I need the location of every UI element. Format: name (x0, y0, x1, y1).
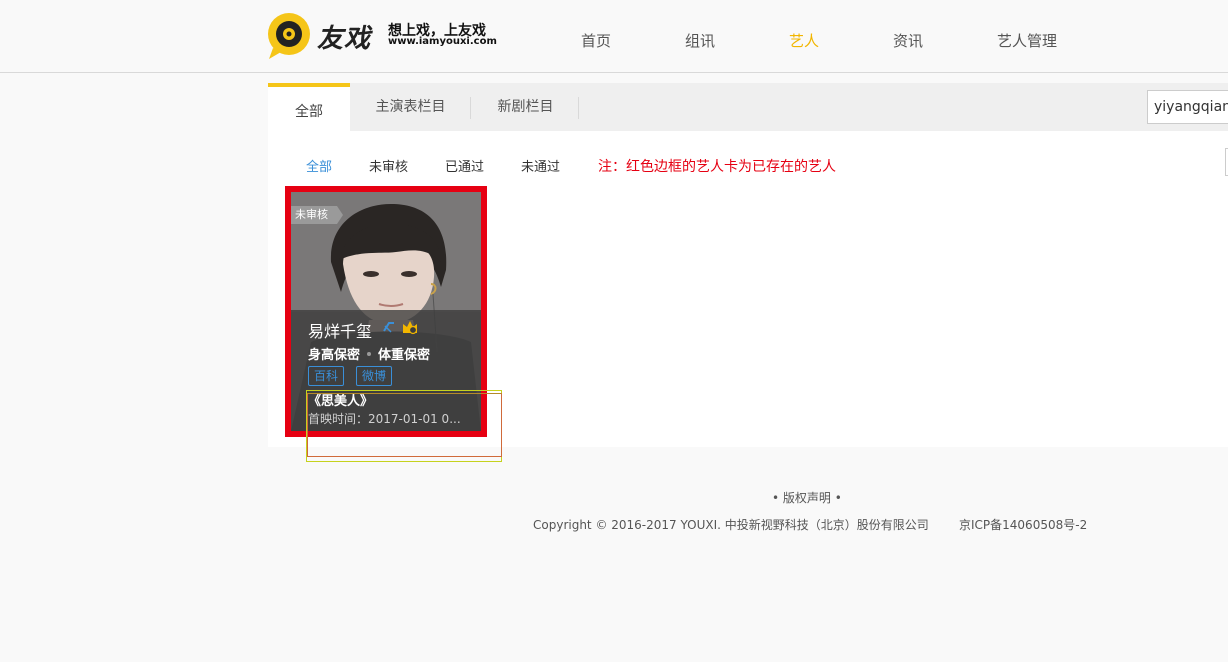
nav-item-news[interactable]: 资讯 (893, 30, 923, 51)
weibo-link[interactable]: 微博 (356, 366, 393, 386)
tab-divider (470, 97, 471, 119)
filter-approved[interactable]: 已通过 (445, 156, 484, 175)
baike-link[interactable]: 百科 (308, 366, 345, 386)
artist-name: 易烊千玺 (308, 322, 373, 341)
filter-pending[interactable]: 未审核 (369, 156, 408, 175)
filter-rejected[interactable]: 未通过 (521, 156, 560, 175)
site-header: 友戏 想上戏，上友戏 www.iamyouxi.com 首页 组讯 艺人 资讯 … (0, 0, 1228, 73)
separator-dot (367, 352, 372, 356)
tab-lead-cast[interactable]: 主演表栏目 (358, 83, 463, 131)
search-input[interactable]: yiyangqianxi (1147, 90, 1228, 124)
artist-height: 身高保密 (308, 348, 361, 363)
filter-all[interactable]: 全部 (306, 156, 332, 175)
footer-icp[interactable]: 京ICP备14060508号-2 (959, 516, 1087, 533)
artist-weight: 体重保密 (378, 348, 431, 363)
nav-item-artists[interactable]: 艺人 (789, 30, 819, 51)
nav-item-artist-management[interactable]: 艺人管理 (997, 30, 1057, 51)
site-logo[interactable]: 友戏 想上戏，上友戏 www.iamyouxi.com (267, 12, 507, 62)
tab-new-drama[interactable]: 新剧栏目 (478, 83, 573, 131)
tab-divider (578, 97, 579, 119)
tab-bar: 全部 主演表栏目 新剧栏目 yiyangqianxi (268, 83, 1228, 131)
logo-mark-icon (268, 13, 310, 59)
nav-item-home[interactable]: 首页 (581, 30, 611, 51)
status-badge: 未审核 (291, 206, 343, 224)
logo-url: www.iamyouxi.com (388, 36, 497, 47)
footer-copyright: Copyright © 2016-2017 YOUXI. 中投新视野科技（北京）… (533, 518, 929, 532)
status-filters: 全部 未审核 已通过 未通过 注：红色边框的艺人卡为已存在的艺人 (268, 156, 1228, 176)
logo-text: 友戏 (317, 24, 372, 54)
status-badge-label: 未审核 (295, 208, 328, 221)
crown-badge-icon (403, 321, 418, 335)
verified-icon (383, 322, 394, 333)
tab-all[interactable]: 全部 (268, 83, 350, 131)
existing-artist-note: 注：红色边框的艺人卡为已存在的艺人 (598, 159, 836, 175)
selection-outline (307, 393, 502, 457)
copyright-statement-link[interactable]: • 版权声明 • (772, 489, 842, 506)
nav-item-casting[interactable]: 组讯 (685, 30, 715, 51)
artist-body-stats: 身高保密 体重保密 (308, 344, 430, 363)
